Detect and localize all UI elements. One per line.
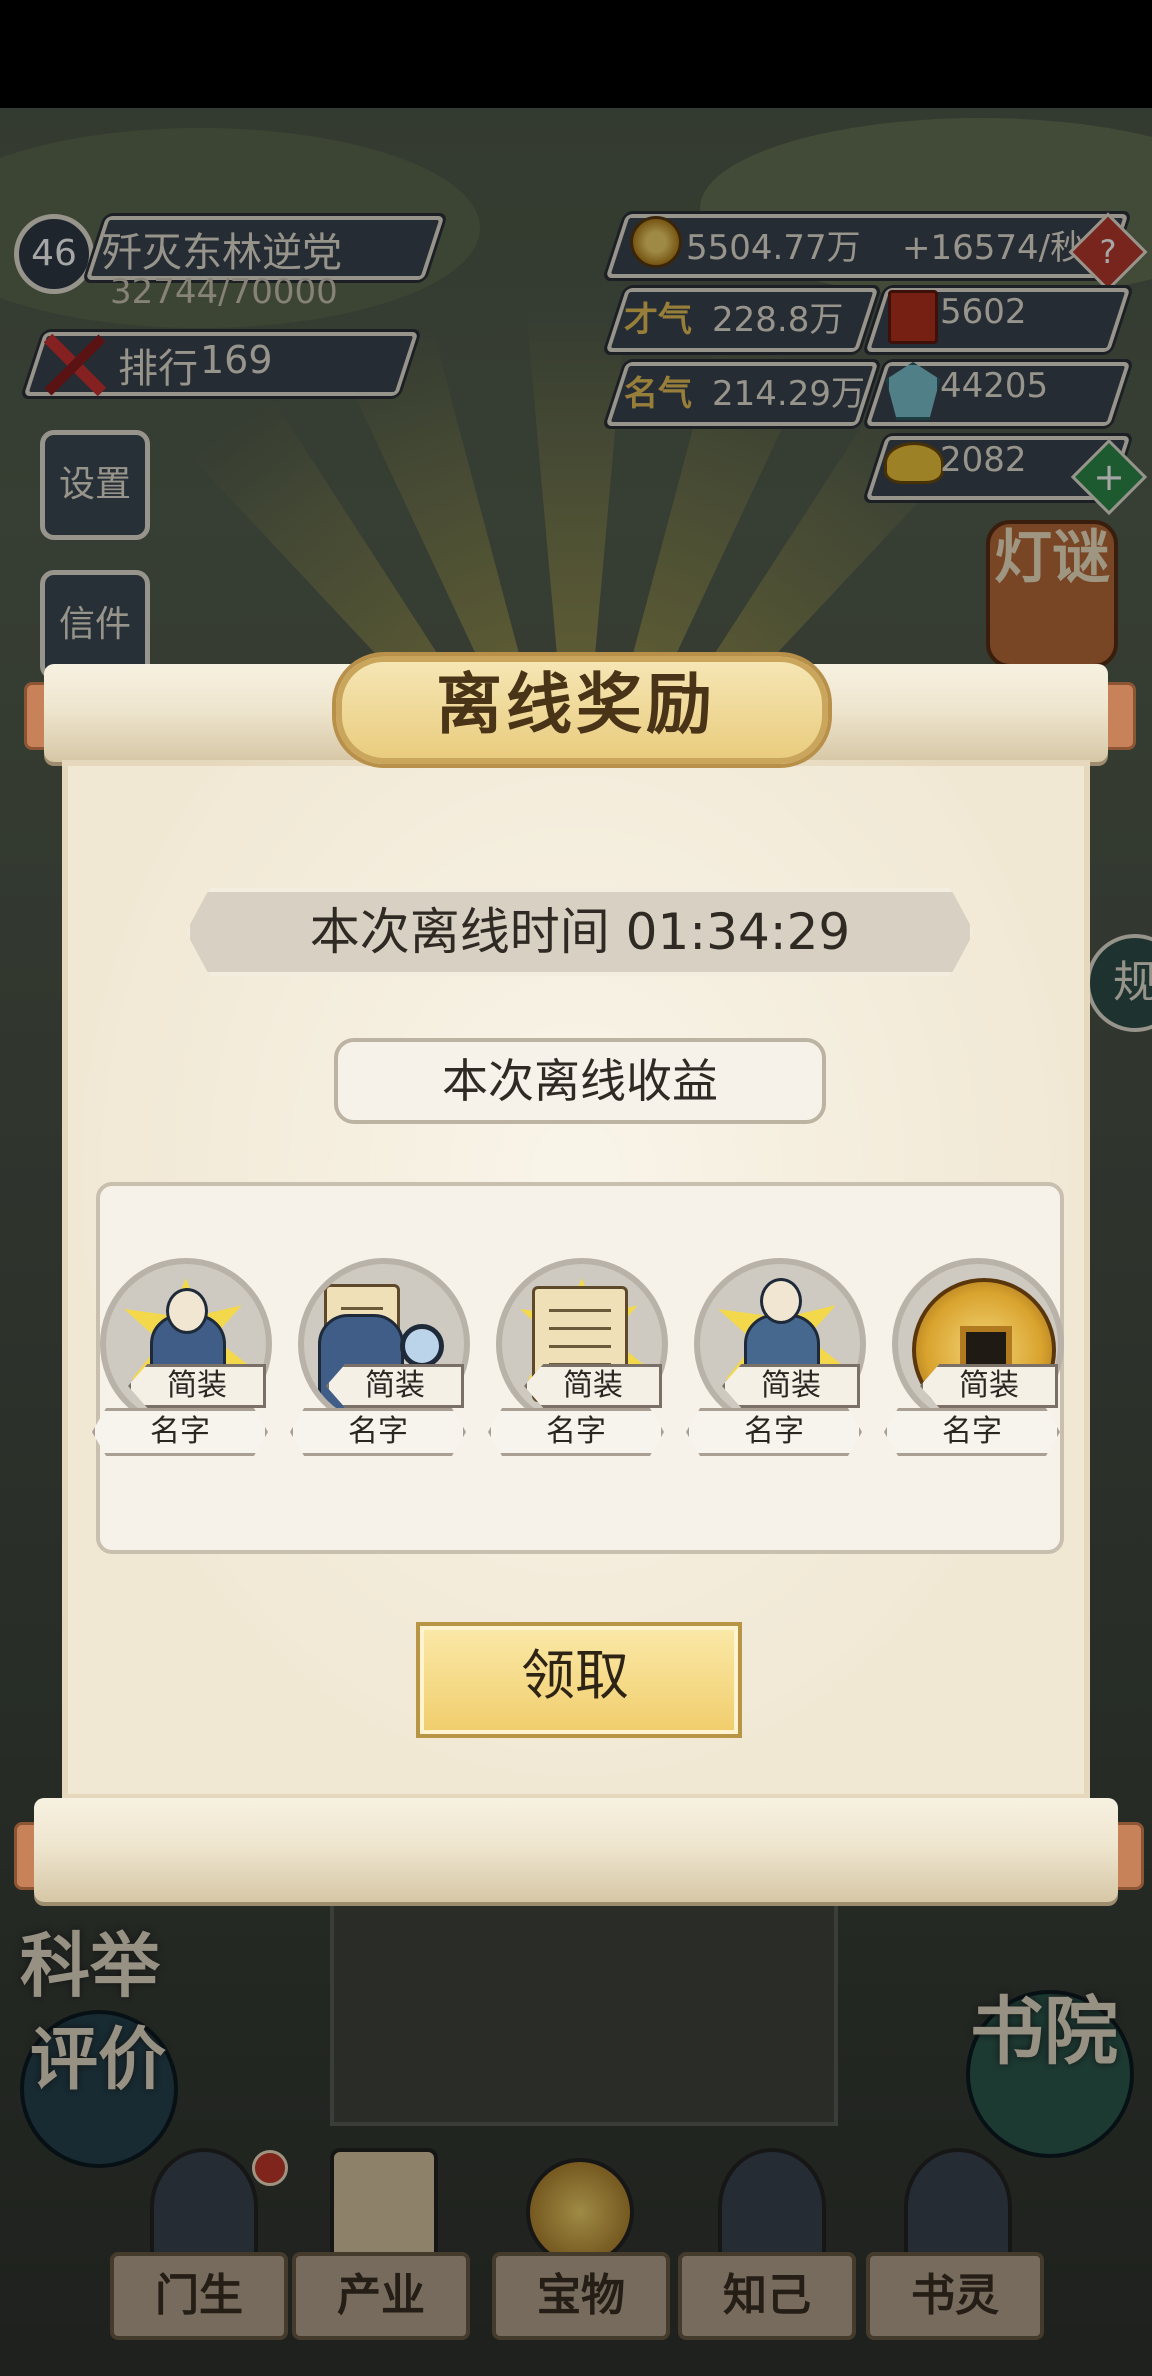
item-tag: 简装 — [524, 1364, 662, 1408]
item-tag: 简装 — [326, 1364, 464, 1408]
item-tag: 简装 — [128, 1364, 266, 1408]
item-tag: 简装 — [920, 1364, 1058, 1408]
item-name: 名字 — [488, 1408, 664, 1456]
claim-button-label: 领取 — [521, 1644, 629, 1707]
item-name: 名字 — [290, 1408, 466, 1456]
item-name: 名字 — [92, 1408, 268, 1456]
scroll-bottom-rod — [34, 1798, 1118, 1902]
item-name: 名字 — [686, 1408, 862, 1456]
offline-income-label: 本次离线收益 — [334, 1038, 826, 1124]
offline-time-text: 本次离线时间 01:34:29 — [186, 888, 974, 976]
item-name: 名字 — [884, 1408, 1060, 1456]
item-tag: 简装 — [722, 1364, 860, 1408]
dialog-title: 离线奖励 — [436, 665, 716, 743]
